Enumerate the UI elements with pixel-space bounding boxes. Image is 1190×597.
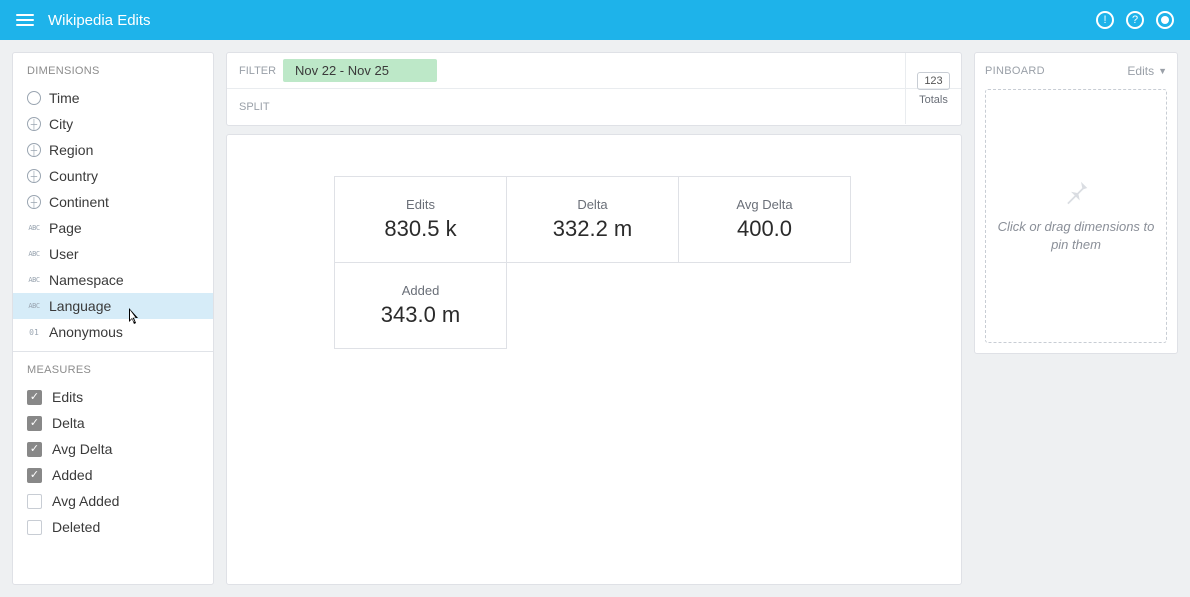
dimension-label: Continent: [49, 194, 109, 210]
measure-item-avg-delta[interactable]: Avg Delta: [13, 436, 213, 462]
binary-icon: 01: [27, 325, 41, 339]
pinboard-dropzone[interactable]: Click or drag dimensions to pin them: [985, 89, 1167, 343]
dimension-label: Country: [49, 168, 98, 184]
card-value: 400.0: [737, 216, 792, 242]
pinboard-dropdown-label: Edits: [1127, 64, 1154, 78]
app-title: Wikipedia Edits: [48, 12, 151, 29]
totals-badge: 123: [917, 72, 949, 90]
measure-item-added[interactable]: Added: [13, 462, 213, 488]
filter-chip-time[interactable]: Nov 22 - Nov 25: [283, 59, 437, 82]
measure-label: Delta: [52, 415, 85, 431]
dimension-item-namespace[interactable]: ABC Namespace: [13, 267, 213, 293]
card-label: Delta: [577, 197, 607, 212]
help-icon[interactable]: ?: [1126, 11, 1144, 29]
abc-icon: ABC: [27, 273, 41, 287]
globe-icon: ┼: [27, 117, 41, 131]
checkbox-icon: [27, 520, 42, 535]
menu-icon[interactable]: [16, 14, 34, 26]
alert-icon[interactable]: !: [1096, 11, 1114, 29]
filter-row: FILTER Nov 22 - Nov 25 123 Totals: [227, 53, 961, 89]
dimensions-heading: DIMENSIONS: [13, 53, 213, 85]
dimensions-list: Time ┼ City ┼ Region ┼ Country ┼ Continent ABC Pag…: [13, 85, 213, 345]
clock-icon: [27, 91, 41, 105]
totals-toggle[interactable]: 123 Totals: [905, 53, 961, 124]
dimension-item-language[interactable]: ABC Language: [13, 293, 213, 319]
pinboard-header: PINBOARD Edits ▼: [985, 53, 1167, 89]
measure-label: Edits: [52, 389, 83, 405]
checkbox-icon: [27, 494, 42, 509]
filter-label: FILTER: [227, 65, 283, 77]
dimension-label: Anonymous: [49, 324, 123, 340]
checkbox-icon: [27, 390, 42, 405]
chevron-down-icon: ▼: [1158, 66, 1167, 76]
pinboard-panel: PINBOARD Edits ▼ Click or drag dimension…: [974, 52, 1178, 585]
dimension-item-user[interactable]: ABC User: [13, 241, 213, 267]
dimension-label: User: [49, 246, 79, 262]
dimension-label: Namespace: [49, 272, 124, 288]
abc-icon: ABC: [27, 299, 41, 313]
globe-icon: ┼: [27, 195, 41, 209]
pinboard-measure-dropdown[interactable]: Edits ▼: [1127, 64, 1167, 78]
checkbox-icon: [27, 442, 42, 457]
top-bar: Wikipedia Edits ! ?: [0, 0, 1190, 40]
checkbox-icon: [27, 416, 42, 431]
measure-label: Avg Added: [52, 493, 119, 509]
checkbox-icon: [27, 468, 42, 483]
card-value: 332.2 m: [553, 216, 633, 242]
dimension-label: City: [49, 116, 73, 132]
dimension-label: Region: [49, 142, 93, 158]
measure-item-deleted[interactable]: Deleted: [13, 514, 213, 540]
total-card-avg-delta[interactable]: Avg Delta 400.0: [678, 176, 851, 263]
total-card-added[interactable]: Added 343.0 m: [334, 262, 507, 349]
pin-icon: [1061, 178, 1091, 208]
dimension-label: Page: [49, 220, 82, 236]
filter-split-bar: FILTER Nov 22 - Nov 25 123 Totals SPLIT: [226, 52, 962, 126]
dimension-item-time[interactable]: Time: [13, 85, 213, 111]
measure-item-avg-added[interactable]: Avg Added: [13, 488, 213, 514]
sidebar: DIMENSIONS Time ┼ City ┼ Region ┼ Country ┼ Cont…: [12, 52, 214, 585]
pinboard-placeholder: Click or drag dimensions to pin them: [986, 218, 1166, 253]
total-card-edits[interactable]: Edits 830.5 k: [334, 176, 507, 263]
abc-icon: ABC: [27, 247, 41, 261]
dimension-item-city[interactable]: ┼ City: [13, 111, 213, 137]
totals-label: Totals: [919, 94, 948, 106]
split-label: SPLIT: [227, 101, 283, 113]
dimension-label: Language: [49, 298, 111, 314]
target-icon[interactable]: [1156, 11, 1174, 29]
card-label: Added: [402, 283, 440, 298]
card-label: Edits: [406, 197, 435, 212]
pinboard-title: PINBOARD: [985, 65, 1045, 77]
dimension-item-country[interactable]: ┼ Country: [13, 163, 213, 189]
app-shell: DIMENSIONS Time ┼ City ┼ Region ┼ Country ┼ Cont…: [0, 40, 1190, 597]
globe-icon: ┼: [27, 169, 41, 183]
totals-cards: Edits 830.5 k Delta 332.2 m Avg Delta 400.0 Ad…: [335, 177, 851, 349]
dimension-item-continent[interactable]: ┼ Continent: [13, 189, 213, 215]
total-card-delta[interactable]: Delta 332.2 m: [506, 176, 679, 263]
globe-icon: ┼: [27, 143, 41, 157]
split-row[interactable]: SPLIT: [227, 89, 961, 125]
visualization-canvas: Edits 830.5 k Delta 332.2 m Avg Delta 400.0 Ad…: [226, 134, 962, 585]
measures-list: Edits Delta Avg Delta Added Avg Added Deleted: [13, 384, 213, 554]
measure-label: Deleted: [52, 519, 100, 535]
header-icons: ! ?: [1096, 11, 1174, 29]
dimension-label: Time: [49, 90, 80, 106]
measure-item-delta[interactable]: Delta: [13, 410, 213, 436]
dimension-item-anonymous[interactable]: 01 Anonymous: [13, 319, 213, 345]
measure-label: Avg Delta: [52, 441, 112, 457]
measure-label: Added: [52, 467, 92, 483]
center-panel: FILTER Nov 22 - Nov 25 123 Totals SPLIT …: [226, 52, 962, 585]
measures-heading: MEASURES: [13, 352, 213, 384]
measure-item-edits[interactable]: Edits: [13, 384, 213, 410]
card-label: Avg Delta: [736, 197, 792, 212]
dimension-item-region[interactable]: ┼ Region: [13, 137, 213, 163]
dimension-item-page[interactable]: ABC Page: [13, 215, 213, 241]
pinboard-card: PINBOARD Edits ▼ Click or drag dimension…: [974, 52, 1178, 354]
card-value: 343.0 m: [381, 302, 461, 328]
abc-icon: ABC: [27, 221, 41, 235]
card-value: 830.5 k: [384, 216, 456, 242]
